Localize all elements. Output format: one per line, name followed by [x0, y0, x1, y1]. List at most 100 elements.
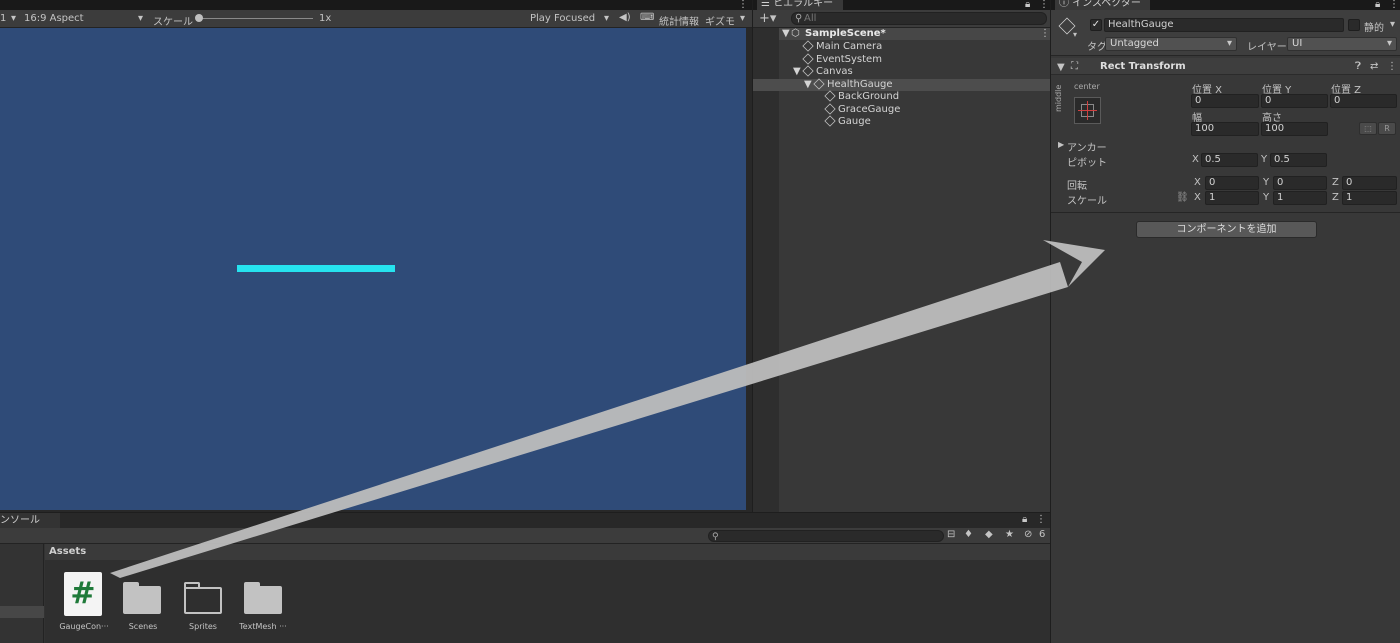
- rot-x-field[interactable]: 0: [1205, 176, 1259, 190]
- hierarchy-item-gauge[interactable]: Gauge: [824, 115, 871, 129]
- inspector-panel: ⓘ インスペクター 🔒︎ ⋮ ▾ ✓ HealthGauge 静的 ▾ タグ U…: [1050, 0, 1400, 643]
- display-dropdown-icon[interactable]: ▾: [11, 13, 16, 24]
- rotation-label: 回転: [1067, 181, 1087, 192]
- static-checkbox[interactable]: [1348, 19, 1360, 31]
- asset-item-textmesh[interactable]: TextMesh ···: [231, 568, 295, 640]
- hierarchy-item-eventsystem[interactable]: EventSystem: [802, 52, 882, 67]
- anchor-preset-top-label: center: [1074, 82, 1100, 91]
- scene-expand-arrow[interactable]: ▼: [782, 28, 790, 41]
- gameobject-icon: [813, 77, 825, 90]
- add-component-button[interactable]: コンポーネントを追加: [1136, 221, 1317, 238]
- inspector-tab[interactable]: ⓘ インスペクター: [1055, 0, 1150, 10]
- hierarchy-tab-label: ヒエラルキー: [773, 0, 834, 9]
- height-field[interactable]: 100: [1261, 122, 1328, 136]
- pivot-label: ピボット: [1067, 158, 1107, 169]
- hierarchy-search-input[interactable]: ⚲ All: [791, 12, 1047, 25]
- console-tab-label: ンソール: [0, 515, 40, 526]
- game-canvas[interactable]: [0, 28, 746, 510]
- object-name-field[interactable]: HealthGauge: [1104, 18, 1344, 32]
- raw-edit-button[interactable]: R: [1378, 122, 1396, 135]
- gizmos-button[interactable]: ギズモ: [705, 13, 735, 28]
- gizmos-dropdown-icon[interactable]: ▾: [740, 13, 745, 24]
- asset-item-scenes[interactable]: Scenes: [111, 568, 175, 640]
- scene-more-icon[interactable]: ⋮: [1040, 28, 1050, 39]
- icon-dropdown-arrow[interactable]: ▾: [1073, 30, 1077, 39]
- aspect-dropdown[interactable]: 16:9 Aspect: [24, 13, 84, 24]
- scale-slider-track[interactable]: [198, 18, 313, 19]
- scale-slider-handle[interactable]: [195, 14, 203, 22]
- tag-dropdown[interactable]: Untagged: [1105, 37, 1237, 51]
- constrain-proportions-icon[interactable]: ⛓: [1176, 192, 1189, 203]
- more-icon[interactable]: ⋮: [738, 0, 748, 10]
- mute-audio-icon[interactable]: ◀): [619, 12, 631, 23]
- console-tab[interactable]: ンソール: [0, 513, 60, 528]
- hierarchy-list-icon: ☰: [761, 0, 770, 9]
- rot-y-field[interactable]: 0: [1273, 176, 1327, 190]
- search-by-label-icon[interactable]: ♦: [964, 529, 973, 540]
- project-search-input[interactable]: ⚲: [708, 530, 944, 542]
- hierarchy-item-healthgauge[interactable]: HealthGauge: [813, 77, 893, 92]
- scale-z-field[interactable]: 1: [1342, 191, 1397, 205]
- scale-x-axis: X: [1194, 192, 1201, 203]
- tag-icon[interactable]: ◆: [985, 529, 993, 540]
- rot-x-axis: X: [1194, 177, 1201, 188]
- play-mode-dropdown-icon[interactable]: ▾: [604, 13, 609, 24]
- gameobject-icon: [824, 90, 836, 102]
- hierarchy-item-gracegauge[interactable]: GraceGauge: [824, 102, 900, 117]
- hierarchy-panel: ☰ ヒエラルキー 🔒︎ ⋮ +▾ ⚲ All ▼ ⬡ SampleScene* …: [752, 0, 1051, 512]
- pivot-y-field[interactable]: 0.5: [1270, 153, 1327, 167]
- scale-y-field[interactable]: 1: [1273, 191, 1327, 205]
- blueprint-mode-button[interactable]: ⬚: [1359, 122, 1377, 135]
- assets-grid: # GaugeCon··· Scenes Sprites TextMesh ··…: [45, 560, 1050, 643]
- anchors-label[interactable]: アンカー: [1067, 139, 1107, 154]
- folder-open-icon: [184, 582, 224, 614]
- more-icon[interactable]: ⋮: [1389, 0, 1399, 10]
- assets-breadcrumb[interactable]: Assets: [49, 546, 86, 557]
- scale-label: スケール: [1067, 196, 1107, 207]
- more-icon[interactable]: ⋮: [1036, 514, 1046, 525]
- scale-x-field[interactable]: 1: [1205, 191, 1259, 205]
- pivot-x-field[interactable]: 0.5: [1201, 153, 1258, 167]
- stats-button[interactable]: 統計情報: [659, 13, 699, 28]
- lock-icon[interactable]: 🔒︎: [1022, 514, 1027, 525]
- hierarchy-item-main-camera[interactable]: Main Camera: [802, 40, 882, 54]
- hidden-packages-count: 6: [1039, 529, 1046, 540]
- component-foldout-arrow[interactable]: ▼: [1057, 62, 1065, 73]
- more-icon[interactable]: ⋮: [1039, 0, 1049, 10]
- component-more-icon[interactable]: ⋮: [1387, 61, 1397, 72]
- anchor-preset-side-label: middle: [1054, 84, 1063, 112]
- presets-icon[interactable]: ⇄: [1370, 61, 1378, 72]
- anchor-preset-cross-v: [1087, 101, 1088, 120]
- pos-x-field[interactable]: 0: [1191, 94, 1259, 108]
- selected-folder-row[interactable]: [0, 606, 44, 618]
- layer-dropdown[interactable]: UI: [1287, 37, 1397, 51]
- search-by-type-icon[interactable]: ⊟: [947, 529, 955, 540]
- active-checkbox[interactable]: ✓: [1090, 19, 1102, 31]
- canvas-expand-arrow[interactable]: ▼: [793, 66, 801, 79]
- rot-z-field[interactable]: 0: [1342, 176, 1397, 190]
- lock-icon[interactable]: 🔒︎: [1025, 0, 1030, 10]
- anchors-foldout-arrow[interactable]: ▶: [1058, 140, 1064, 149]
- play-mode-dropdown[interactable]: Play Focused: [530, 13, 595, 24]
- static-dropdown-icon[interactable]: ▾: [1390, 19, 1395, 30]
- favorite-star-icon[interactable]: ★: [1005, 529, 1014, 540]
- pivot-y-axis: Y: [1261, 154, 1268, 165]
- anchor-preset-button[interactable]: [1074, 97, 1101, 124]
- lock-icon[interactable]: 🔒︎: [1375, 0, 1380, 10]
- hierarchy-tab[interactable]: ☰ ヒエラルキー: [757, 0, 843, 10]
- help-icon[interactable]: ❓︎: [1355, 61, 1361, 72]
- hierarchy-item-canvas[interactable]: Canvas: [802, 65, 853, 79]
- hierarchy-item-background[interactable]: BackGround: [824, 90, 899, 104]
- hidden-packages-icon[interactable]: ⊘: [1024, 529, 1032, 540]
- aspect-dropdown-icon[interactable]: ▾: [138, 13, 143, 24]
- create-plus-icon[interactable]: +▾: [759, 11, 776, 26]
- pos-y-field[interactable]: 0: [1261, 94, 1328, 108]
- keyboard-icon[interactable]: ⌨: [640, 12, 654, 23]
- layer-label: レイヤー: [1247, 42, 1287, 53]
- asset-item-gaugecontroller[interactable]: # GaugeCon···: [51, 568, 115, 640]
- asset-item-sprites[interactable]: Sprites: [171, 568, 235, 640]
- pos-z-field[interactable]: 0: [1330, 94, 1397, 108]
- healthgauge-expand-arrow[interactable]: ▼: [804, 79, 812, 92]
- display-number[interactable]: 1: [0, 13, 6, 24]
- width-field[interactable]: 100: [1191, 122, 1259, 136]
